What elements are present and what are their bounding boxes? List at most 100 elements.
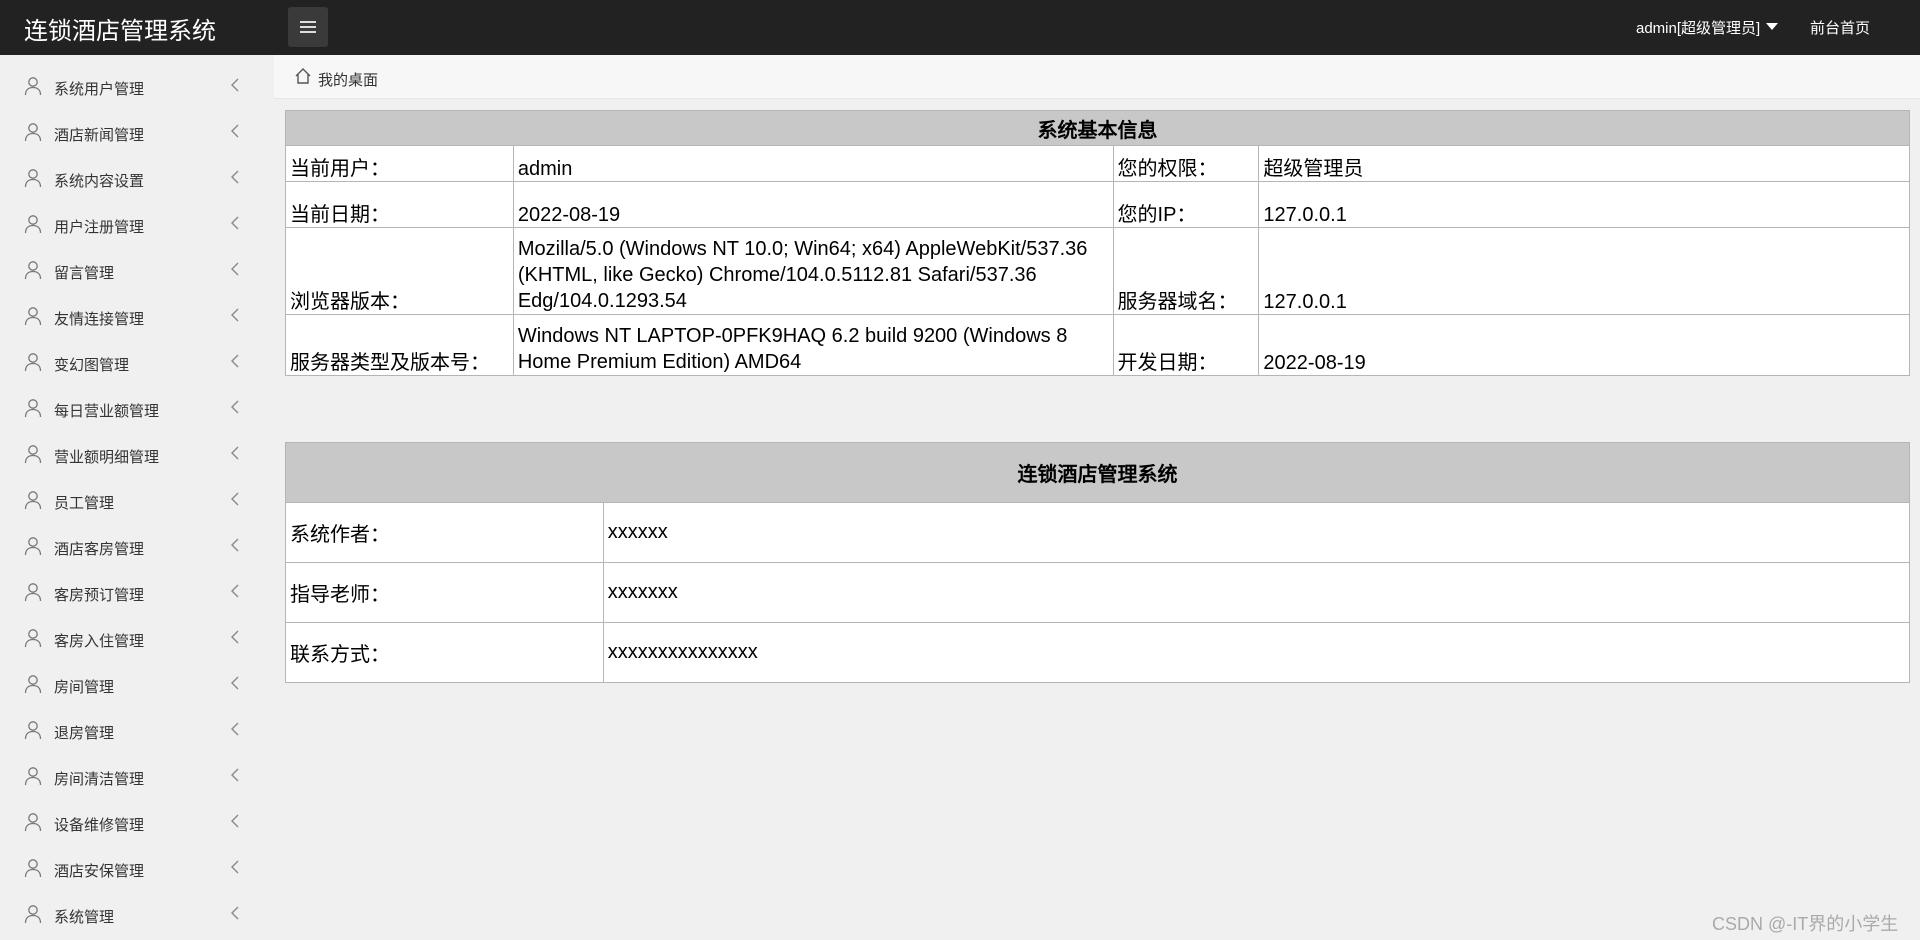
sidebar-item[interactable]: 酒店新闻管理: [0, 109, 274, 155]
home-icon: [295, 68, 311, 84]
sidebar-item-label: 客房预订管理: [54, 587, 145, 604]
sidebar-item[interactable]: 房间管理: [0, 661, 274, 707]
chevron-left-icon: [231, 124, 239, 138]
value-cell: xxxxxxxxxxxxxxx: [602, 622, 1911, 683]
about-heading: 连锁酒店管理系统: [285, 442, 1910, 503]
sidebar-item[interactable]: 房间清洁管理: [0, 753, 274, 799]
sidebar-item[interactable]: 系统内容设置: [0, 155, 274, 201]
sidebar-item-label: 变幻图管理: [54, 357, 130, 374]
sidebar-item-label: 系统用户管理: [54, 81, 145, 98]
chevron-left-icon: [231, 768, 239, 782]
caret-down-icon: [1766, 23, 1779, 30]
chevron-left-icon: [231, 630, 239, 644]
sidebar-item-label: 营业额明细管理: [54, 449, 160, 466]
sidebar-item-label: 房间管理: [54, 679, 115, 696]
sidebar-item-label: 客房入住管理: [54, 633, 145, 650]
chevron-left-icon: [231, 860, 239, 874]
user-icon: [24, 859, 42, 878]
chevron-left-icon: [231, 170, 239, 184]
sidebar-item[interactable]: 酒店客房管理: [0, 523, 274, 569]
value-cell: Mozilla/5.0 (Windows NT 10.0; Win64; x64…: [512, 227, 1114, 315]
sidebar-item-label: 留言管理: [54, 265, 115, 282]
breadcrumb-item-desktop[interactable]: 我的桌面: [318, 69, 378, 90]
label-cell: 当前日期：: [285, 181, 514, 228]
table-row: 指导老师： xxxxxxx: [285, 562, 1911, 623]
chevron-left-icon: [231, 354, 239, 368]
sidebar: 系统用户管理 酒店新闻管理 系统内容设置用户注册管理留言管理友情连接管理变幻图管理每…: [0, 55, 274, 940]
user-icon: [24, 537, 42, 556]
sidebar-item[interactable]: 营业额明细管理: [0, 431, 274, 477]
label-cell: 您的IP：: [1112, 181, 1260, 228]
user-icon: [24, 399, 42, 418]
chevron-left-icon: [231, 216, 239, 230]
chevron-left-icon: [231, 906, 239, 920]
sidebar-item-label: 退房管理: [54, 725, 115, 742]
chevron-left-icon: [231, 722, 239, 736]
user-icon: [24, 445, 42, 464]
user-icon: [24, 721, 42, 740]
user-icon: [24, 583, 42, 602]
sidebar-item[interactable]: 每日营业额管理: [0, 385, 274, 431]
chevron-left-icon: [231, 400, 239, 414]
user-icon: [24, 813, 42, 832]
user-icon: [24, 169, 42, 188]
sidebar-item-label: 设备维修管理: [54, 817, 145, 834]
app-title: 连锁酒店管理系统: [24, 18, 216, 45]
top-bar: 连锁酒店管理系统 admin[超级管理员] 前台首页: [0, 0, 1920, 55]
sidebar-item-label: 系统管理: [54, 909, 115, 926]
user-icon: [24, 491, 42, 510]
label-cell: 您的权限：: [1112, 145, 1260, 182]
table-row: 当前日期： 2022-08-19 您的IP： 127.0.0.1: [285, 181, 1910, 228]
value-cell: admin: [512, 145, 1114, 182]
user-icon: [24, 123, 42, 142]
value-cell: 2022-08-19: [512, 181, 1114, 228]
breadcrumb: 我的桌面: [274, 55, 1920, 99]
front-home-link[interactable]: 前台首页: [1810, 17, 1870, 38]
table-row: 联系方式： xxxxxxxxxxxxxxx: [285, 622, 1911, 683]
sidebar-item[interactable]: 客房入住管理: [0, 615, 274, 661]
sidebar-item[interactable]: 友情连接管理: [0, 293, 274, 339]
user-dropdown[interactable]: admin[超级管理员]: [1636, 17, 1779, 38]
chevron-left-icon: [231, 308, 239, 322]
sidebar-item[interactable]: 用户注册管理: [0, 201, 274, 247]
value-cell: Windows NT LAPTOP-0PFK9HAQ 6.2 build 920…: [512, 314, 1114, 376]
sidebar-item-label: 系统内容设置: [54, 173, 145, 190]
label-cell: 服务器类型及版本号：: [285, 314, 514, 376]
table-row: 当前用户： admin 您的权限： 超级管理员: [285, 145, 1910, 182]
value-cell: 超级管理员: [1258, 145, 1910, 182]
chevron-left-icon: [231, 492, 239, 506]
chevron-left-icon: [231, 676, 239, 690]
system-info-table: 系统基本信息 当前用户： admin 您的权限： 超级管理员 当前日期： 202…: [285, 110, 1910, 376]
sidebar-item[interactable]: 系统管理: [0, 891, 274, 937]
table-row: 服务器类型及版本号： Windows NT LAPTOP-0PFK9HAQ 6.…: [285, 314, 1910, 376]
table-row: 系统作者： xxxxxx: [285, 502, 1911, 563]
value-cell: xxxxxx: [602, 502, 1911, 563]
user-icon: [24, 215, 42, 234]
label-cell: 指导老师：: [285, 562, 604, 623]
sidebar-item-label: 每日营业额管理: [54, 403, 160, 420]
about-table: 连锁酒店管理系统 系统作者： xxxxxx 指导老师： xxxxxxx 联系方式…: [285, 442, 1911, 683]
label-cell: 联系方式：: [285, 622, 604, 683]
value-cell: xxxxxxx: [602, 562, 1911, 623]
sidebar-item[interactable]: 酒店安保管理: [0, 845, 274, 891]
label-cell: 当前用户：: [285, 145, 514, 182]
sidebar-item-label: 酒店新闻管理: [54, 127, 145, 144]
sidebar-item[interactable]: 设备维修管理: [0, 799, 274, 845]
sidebar-item[interactable]: 退房管理: [0, 707, 274, 753]
sidebar-item[interactable]: 留言管理: [0, 247, 274, 293]
user-icon: [24, 261, 42, 280]
menu-toggle-button[interactable]: [288, 7, 328, 47]
label-cell: 服务器域名：: [1112, 227, 1260, 315]
user-icon: [24, 629, 42, 648]
user-icon: [24, 307, 42, 326]
label-cell: 开发日期：: [1112, 314, 1260, 376]
sidebar-item-label: 房间清洁管理: [54, 771, 145, 788]
sidebar-item[interactable]: 员工管理: [0, 477, 274, 523]
sidebar-item[interactable]: 系统用户管理: [0, 63, 274, 109]
chevron-left-icon: [231, 446, 239, 460]
sidebar-item[interactable]: 客房预订管理: [0, 569, 274, 615]
value-cell: 127.0.0.1: [1258, 181, 1910, 228]
sidebar-item[interactable]: 变幻图管理: [0, 339, 274, 385]
system-info-heading: 系统基本信息: [285, 110, 1910, 146]
chevron-left-icon: [231, 262, 239, 276]
